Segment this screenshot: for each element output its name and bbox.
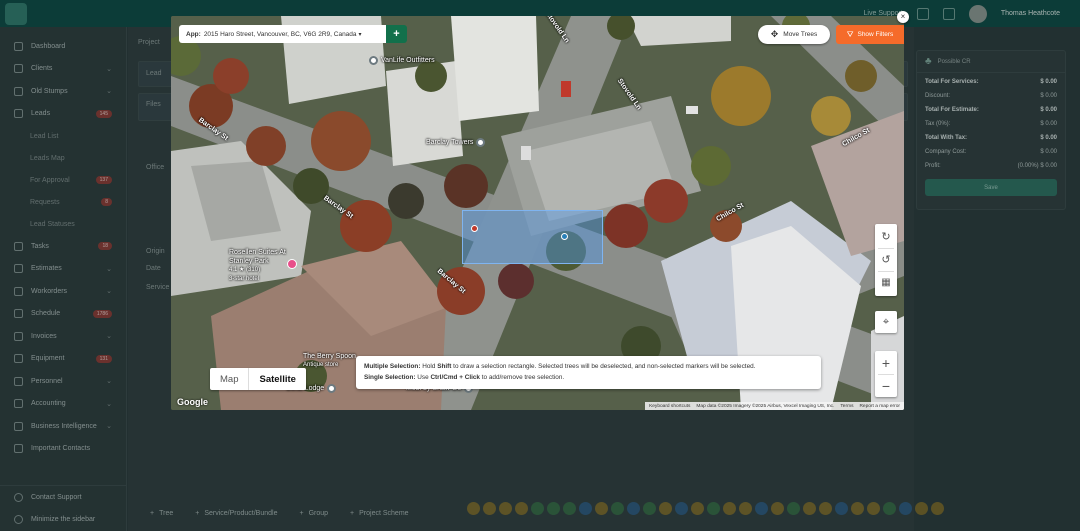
poi-label: The Berry Spoon — [303, 353, 356, 360]
selection-hint: Multiple Selection: Hold Shift to draw a… — [356, 356, 821, 389]
rotate-tilt-control: ↻ ↺ ▦ — [875, 224, 897, 296]
move-icon: ✥ — [770, 29, 779, 39]
poi-label: VanLife Outfitters — [381, 57, 435, 64]
hint-single-text-a: Use — [417, 374, 429, 381]
hint-multi-title: Multiple Selection: — [364, 363, 421, 370]
address-prefix: App: — [186, 30, 201, 38]
hint-multi-text-b: to draw a selection rectangle. Selected … — [453, 363, 756, 370]
map-type-map-button[interactable]: Map — [210, 368, 248, 390]
tilt-icon[interactable]: ▦ — [881, 272, 890, 294]
show-filters-label: Show Filters — [857, 31, 894, 38]
place-pin-icon — [369, 56, 378, 65]
hint-multi-text-a: Hold — [422, 363, 436, 370]
map-data-credit: Map data ©2025 Imagery ©2025 Airbus, Vex… — [696, 403, 835, 409]
hotel-pin-icon[interactable] — [287, 259, 297, 269]
hint-multi-key: Shift — [437, 363, 452, 370]
hint-multiple: Multiple Selection: Hold Shift to draw a… — [364, 361, 813, 372]
google-logo: Google — [177, 397, 208, 407]
place-pin-icon — [327, 384, 337, 393]
move-trees-button[interactable]: ✥ Move Trees — [758, 25, 830, 44]
rotate-clockwise-icon[interactable]: ↻ — [881, 226, 890, 248]
tree-marker[interactable] — [471, 225, 478, 232]
map-type-satellite-button[interactable]: Satellite — [248, 368, 305, 390]
map-type-control: Map Satellite — [210, 368, 306, 390]
place-pin-icon — [476, 138, 486, 147]
poi-label: Barclay Towers — [426, 139, 474, 146]
poi-marker[interactable]: The Berry Spoon Antique store — [303, 352, 356, 370]
address-value: 2015 Haro Street, Vancouver, BC, V6G 2R9… — [203, 30, 357, 38]
add-address-button[interactable]: + — [386, 25, 407, 43]
zoom-out-icon[interactable]: − — [882, 375, 890, 397]
filter-icon: ⛛ — [846, 29, 854, 39]
tree-map-modal: Stovold Ln Stovold Ln Barclay St Barclay… — [171, 16, 904, 410]
report-error-link[interactable]: Report a map error — [859, 404, 900, 409]
poi-type: 3-star hotel — [229, 276, 260, 282]
address-bar: App: 2015 Haro Street, Vancouver, BC, V6… — [179, 25, 407, 43]
poi-label: Rosellen Suites At Stanley Park — [229, 249, 286, 265]
caret-down-icon: ▾ — [358, 31, 362, 38]
selection-rectangle[interactable] — [462, 210, 603, 264]
poi-type: Antique store — [303, 362, 339, 368]
poi-marker[interactable]: Barclay Towers — [426, 138, 486, 147]
tree-marker[interactable] — [561, 233, 568, 240]
poi-marker[interactable]: Rosellen Suites At Stanley Park 4.1 ★ (3… — [229, 248, 289, 284]
terms-link[interactable]: Terms — [840, 404, 853, 409]
keyboard-shortcuts-link[interactable]: Keyboard shortcuts — [649, 404, 690, 409]
address-select[interactable]: App: 2015 Haro Street, Vancouver, BC, V6… — [179, 25, 386, 43]
hint-single-key: Ctrl/Cmd + Click — [430, 374, 480, 381]
poi-rating: 4.1 ★ (310) — [229, 267, 261, 273]
hint-single-title: Single Selection: — [364, 374, 416, 381]
poi-marker[interactable]: VanLife Outfitters — [369, 56, 435, 65]
compass-control[interactable]: ⌖ — [875, 311, 897, 333]
map-attribution: Keyboard shortcuts Map data ©2025 Imager… — [645, 402, 904, 410]
rotate-counterclockwise-icon[interactable]: ↺ — [881, 249, 890, 271]
zoom-in-icon[interactable]: + — [882, 352, 890, 374]
show-filters-button[interactable]: ⛛ Show Filters — [836, 25, 904, 44]
zoom-control: + − — [875, 351, 897, 397]
hint-single: Single Selection: Use Ctrl/Cmd + Click t… — [364, 372, 813, 383]
compass-icon: ⌖ — [882, 315, 890, 328]
close-icon[interactable]: × — [897, 11, 909, 23]
hint-single-text-b: to add/remove tree selection. — [481, 374, 565, 381]
move-trees-label: Move Trees — [783, 31, 818, 38]
